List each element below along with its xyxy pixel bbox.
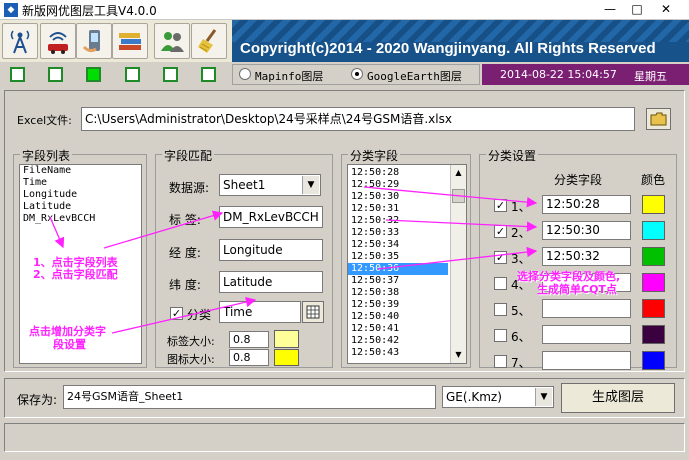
save-row: 保存为: 24号GSM语音_Sheet1 GE(.Kmz) ▼ 生成图层 (4, 378, 685, 418)
chevron-down-icon[interactable]: ▼ (535, 388, 552, 406)
generate-layer-button[interactable]: 生成图层 (561, 383, 675, 413)
save-as-input[interactable]: 24号GSM语音_Sheet1 (63, 385, 436, 409)
format-value: GE(.Kmz) (446, 390, 502, 404)
format-combo[interactable]: GE(.Kmz) ▼ (442, 386, 554, 408)
save-as-label: 保存为: (17, 393, 58, 407)
status-bar (4, 423, 685, 452)
